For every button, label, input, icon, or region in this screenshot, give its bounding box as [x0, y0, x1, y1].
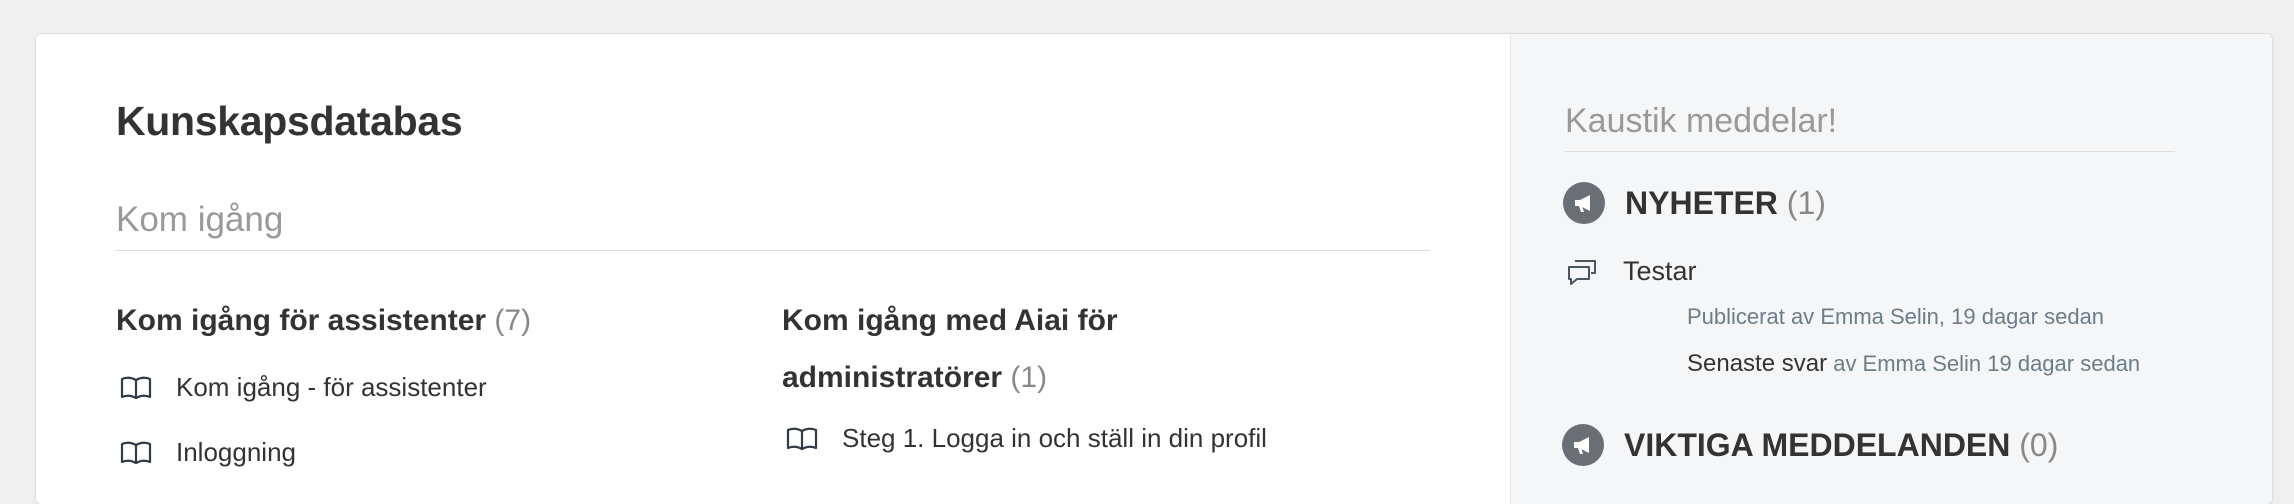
article-label[interactable]: Kom igång - för assistenter	[176, 372, 487, 403]
published-when: , 19 dagar sedan	[1938, 304, 2105, 329]
knowledge-base-panel: Kunskapsdatabas Kom igång Kom igång för …	[36, 34, 1510, 504]
book-icon	[782, 424, 822, 454]
news-section-header[interactable]: NYHETER (1)	[1563, 182, 1826, 224]
article-label[interactable]: Steg 1. Logga in och ställ in din profil	[842, 423, 1267, 454]
megaphone-icon	[1562, 424, 1604, 466]
article-label[interactable]: Inloggning	[176, 437, 296, 468]
important-section-header[interactable]: VIKTIGA MEDDELANDEN (0)	[1562, 424, 2058, 466]
published-prefix: Publicerat av	[1687, 304, 1815, 329]
main-card: Kunskapsdatabas Kom igång Kom igång för …	[36, 34, 2272, 504]
sidebar-title: Kaustik meddelar!	[1565, 102, 2175, 152]
important-count: (0)	[2019, 426, 2059, 463]
book-icon	[116, 438, 156, 468]
topic-published-meta: Publicerat av Emma Selin, 19 dagar sedan	[1687, 304, 2104, 330]
topic-title[interactable]: Testar	[1623, 256, 1697, 287]
category-title[interactable]: Kom igång med Aiai för administratörer (…	[782, 292, 1342, 406]
section-title: Kom igång	[116, 200, 1430, 251]
category-count: (1)	[1010, 361, 1048, 394]
topic-reply-meta: Senaste svar av Emma Selin 19 dagar seda…	[1687, 350, 2140, 378]
article-link[interactable]: Inloggning	[116, 420, 736, 485]
category-title[interactable]: Kom igång för assistenter (7)	[116, 292, 736, 349]
news-topic: Testar	[1565, 256, 1697, 287]
discussion-icon	[1565, 257, 1599, 287]
reply-label[interactable]: Senaste svar	[1687, 350, 1827, 377]
category-title-line2[interactable]: administratörer	[782, 361, 1002, 394]
category-column-2: Kom igång med Aiai för administratörer (…	[782, 292, 1342, 471]
category-title-text[interactable]: Kom igång för assistenter	[116, 304, 486, 337]
megaphone-icon	[1563, 182, 1605, 224]
page-title: Kunskapsdatabas	[116, 98, 463, 144]
article-link[interactable]: Steg 1. Logga in och ställ in din profil	[782, 406, 1342, 471]
category-column-1: Kom igång för assistenter (7) Kom igång …	[116, 292, 736, 485]
published-author[interactable]: Emma Selin	[1820, 304, 1939, 329]
article-link[interactable]: Kom igång - för assistenter	[116, 355, 736, 420]
category-title-line1[interactable]: Kom igång med Aiai för	[782, 292, 1342, 349]
book-icon	[116, 373, 156, 403]
reply-meta: av Emma Selin 19 dagar sedan	[1833, 351, 2141, 376]
news-count: (1)	[1786, 184, 1826, 221]
important-label[interactable]: VIKTIGA MEDDELANDEN	[1624, 427, 2010, 463]
category-count: (7)	[494, 304, 532, 337]
news-label[interactable]: NYHETER	[1625, 185, 1778, 221]
